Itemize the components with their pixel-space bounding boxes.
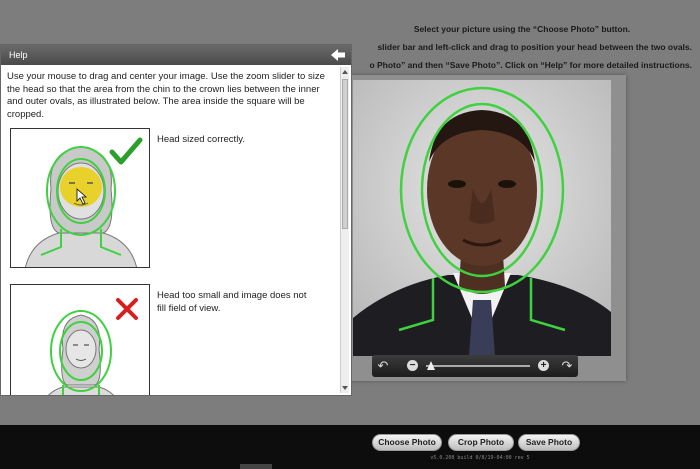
photo-canvas[interactable] — [353, 80, 611, 356]
example-image-correct — [10, 128, 150, 268]
crop-photo-button[interactable]: Crop Photo — [448, 434, 514, 451]
example-correct: Head sized correctly. — [7, 125, 335, 273]
instruction-line-3: o Photo” and then “Save Photo”. Click on… — [369, 60, 692, 70]
instruction-line-2: slider bar and left-click and drag to po… — [377, 42, 692, 52]
scroll-down-icon[interactable] — [342, 386, 348, 390]
zoom-control: ↶ − + ↷ — [372, 355, 578, 377]
example-incorrect: Head too small and image does not fill f… — [7, 281, 335, 395]
portrait-photo — [353, 80, 611, 356]
choose-photo-button[interactable]: Choose Photo — [372, 434, 442, 451]
instruction-line-1: Select your picture using the “Choose Ph… — [413, 24, 631, 34]
version-text: v5.0.208 build 0/8/19-04:00 rev 5 — [430, 455, 530, 461]
back-arrow-icon[interactable] — [330, 48, 346, 62]
help-content: Use your mouse to drag and center your i… — [1, 65, 341, 395]
tie — [469, 300, 495, 356]
scroll-thumb[interactable] — [342, 79, 348, 229]
bottom-tab — [240, 464, 272, 469]
save-photo-button[interactable]: Save Photo — [518, 434, 580, 451]
zoom-in-button[interactable]: + — [538, 360, 549, 371]
example-image-incorrect — [10, 284, 150, 395]
checkmark-icon — [109, 137, 143, 165]
instructions: Select your picture using the “Choose Ph… — [352, 20, 692, 74]
help-header: Help — [1, 45, 351, 65]
example-caption-correct: Head sized correctly. — [157, 134, 245, 145]
zoom-slider-track[interactable] — [426, 365, 530, 367]
zoom-out-button[interactable]: − — [407, 360, 418, 371]
zoom-slider-thumb[interactable] — [427, 361, 436, 370]
help-panel: Help Use your mouse to drag and center y… — [0, 44, 352, 396]
bottom-toolbar: Choose Photo Crop Photo Save Photo v5.0.… — [0, 425, 700, 469]
scroll-up-icon[interactable] — [342, 70, 348, 74]
rotate-right-icon[interactable]: ↷ — [560, 358, 574, 374]
help-intro: Use your mouse to drag and center your i… — [7, 71, 325, 120]
cross-icon — [116, 298, 138, 320]
example-caption-incorrect: Head too small and image does not fill f… — [157, 290, 307, 314]
rotate-left-icon[interactable]: ↶ — [376, 358, 390, 374]
help-scrollbar[interactable] — [340, 67, 349, 393]
help-title: Help — [9, 50, 28, 60]
